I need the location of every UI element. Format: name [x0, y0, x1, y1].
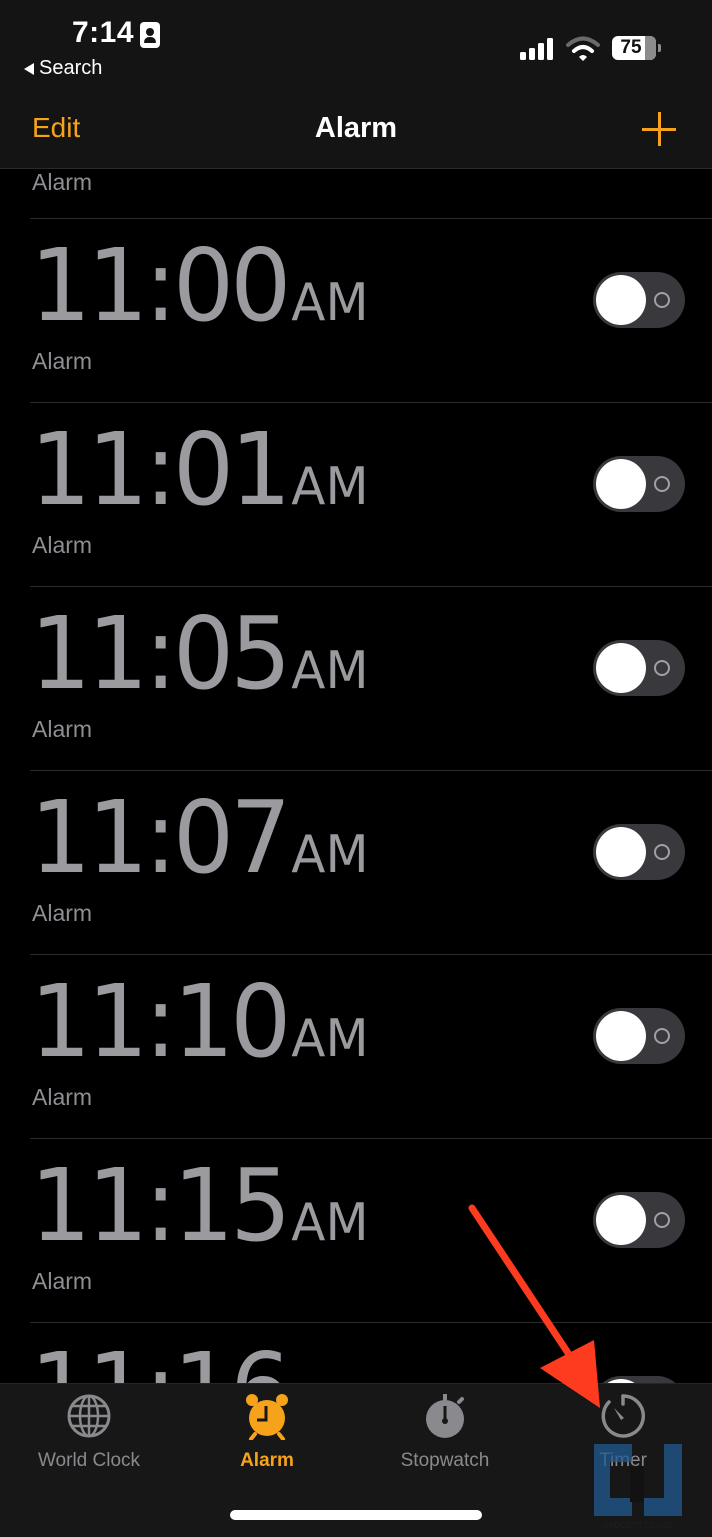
page-title: Alarm	[314, 112, 398, 144]
home-indicator[interactable]	[230, 1510, 482, 1520]
toggle-knob	[596, 459, 646, 509]
alarm-toggle[interactable]	[593, 640, 685, 696]
row-divider	[30, 1322, 712, 1323]
row-divider	[30, 586, 712, 587]
alarm-row[interactable]: 11:16AMAlarm	[0, 1322, 712, 1383]
alarm-clock-icon	[246, 1394, 288, 1440]
row-divider	[30, 770, 712, 771]
toggle-off-indicator-icon	[654, 1028, 670, 1044]
toggle-knob	[596, 1195, 646, 1245]
alarm-toggle[interactable]	[593, 1376, 685, 1383]
wifi-icon	[566, 36, 600, 61]
tab-stopwatch[interactable]: Stopwatch	[356, 1392, 534, 1472]
alarm-label: Alarm	[32, 900, 93, 926]
row-divider	[30, 1138, 712, 1139]
tab-alarm[interactable]: Alarm	[178, 1392, 356, 1472]
alarm-label: Alarm	[32, 169, 93, 195]
alarm-time-value: 11:05	[30, 595, 291, 712]
alarm-time-value: 11:01	[30, 411, 291, 528]
alarm-label: Alarm	[32, 716, 93, 742]
alarm-toggle[interactable]	[593, 1008, 685, 1064]
alarm-toggle[interactable]	[593, 272, 685, 328]
toggle-knob	[596, 1011, 646, 1061]
watermark-text: GADGETS TO USE	[603, 1521, 674, 1530]
alarm-row[interactable]: 11:07AM Alarm	[0, 770, 712, 954]
row-divider	[30, 402, 712, 403]
tab-world-clock[interactable]: World Clock	[0, 1392, 178, 1472]
back-arrow-icon	[24, 62, 34, 75]
alarm-ampm: AM	[291, 1193, 369, 1253]
globe-icon	[67, 1394, 111, 1438]
alarm-label: Alarm	[32, 1084, 93, 1110]
battery-icon: 75	[612, 36, 656, 60]
toggle-off-indicator-icon	[654, 1212, 670, 1228]
status-bar: 7:14 Search 75	[0, 0, 712, 96]
toggle-knob	[596, 643, 646, 693]
contact-card-icon	[140, 22, 160, 48]
toggle-off-indicator-icon	[654, 844, 670, 860]
alarm-time: 11:16AM	[30, 1330, 369, 1383]
status-time: 7:14	[72, 16, 135, 49]
toggle-knob	[596, 275, 646, 325]
toggle-knob	[596, 827, 646, 877]
alarm-label: Alarm	[32, 348, 93, 374]
watermark-logo: GADGETS TO USE	[594, 1444, 682, 1530]
battery-percent: 75	[620, 37, 642, 58]
navigation-bar: Edit Alarm	[0, 96, 712, 169]
tab-label: Alarm	[240, 1450, 294, 1471]
alarm-time: 11:10AM	[30, 962, 369, 1099]
toggle-off-indicator-icon	[654, 660, 670, 676]
alarm-row[interactable]: 11:15AM Alarm	[0, 1138, 712, 1322]
alarm-time: 11:05AM	[30, 594, 369, 731]
alarm-time: 11:15AM	[30, 1146, 369, 1283]
row-divider	[30, 954, 712, 955]
alarm-ampm: AM	[291, 1009, 369, 1069]
alarm-row[interactable]: 11:01AM Alarm	[0, 402, 712, 586]
cellular-signal-icon	[520, 38, 553, 60]
alarm-time-value: 11:07	[30, 779, 291, 896]
alarm-time-value: 11:10	[30, 963, 291, 1080]
stopwatch-icon	[426, 1394, 464, 1438]
timer-icon	[601, 1394, 645, 1438]
alarm-toggle[interactable]	[593, 824, 685, 880]
alarm-time: 11:00AM	[30, 226, 369, 363]
tab-label: Stopwatch	[400, 1450, 490, 1471]
alarm-toggle[interactable]	[593, 1192, 685, 1248]
alarm-row[interactable]: 11:05AM Alarm	[0, 586, 712, 770]
alarm-time-value: 11:00	[30, 227, 291, 344]
row-divider	[30, 218, 712, 219]
alarm-label: Alarm	[32, 1268, 93, 1294]
alarm-toggle[interactable]	[593, 456, 685, 512]
tab-label: World Clock	[37, 1450, 141, 1471]
toggle-off-indicator-icon	[654, 476, 670, 492]
toggle-off-indicator-icon	[654, 292, 670, 308]
alarm-time: 11:07AM	[30, 778, 369, 915]
back-to-search-link[interactable]: Search	[24, 57, 102, 80]
back-link-label: Search	[39, 57, 103, 79]
alarm-ampm: AM	[291, 641, 369, 701]
alarm-time-value: 11:15	[30, 1147, 291, 1264]
alarm-row[interactable]: 11:10AM Alarm	[0, 954, 712, 1138]
alarm-ampm: AM	[291, 457, 369, 517]
alarm-ampm: AM	[291, 273, 369, 333]
alarm-time-value: 11:16	[30, 1331, 291, 1383]
add-alarm-button[interactable]	[642, 112, 678, 148]
alarm-ampm: AM	[291, 825, 369, 885]
battery-cap	[658, 44, 661, 52]
alarm-list[interactable]: Alarm 11:00AM Alarm 11:01AM Alarm 11:05AM Ala…	[0, 169, 712, 1383]
alarm-row[interactable]: 11:00AM Alarm	[0, 218, 712, 402]
alarm-time: 11:01AM	[30, 410, 369, 547]
alarm-label: Alarm	[32, 532, 93, 558]
